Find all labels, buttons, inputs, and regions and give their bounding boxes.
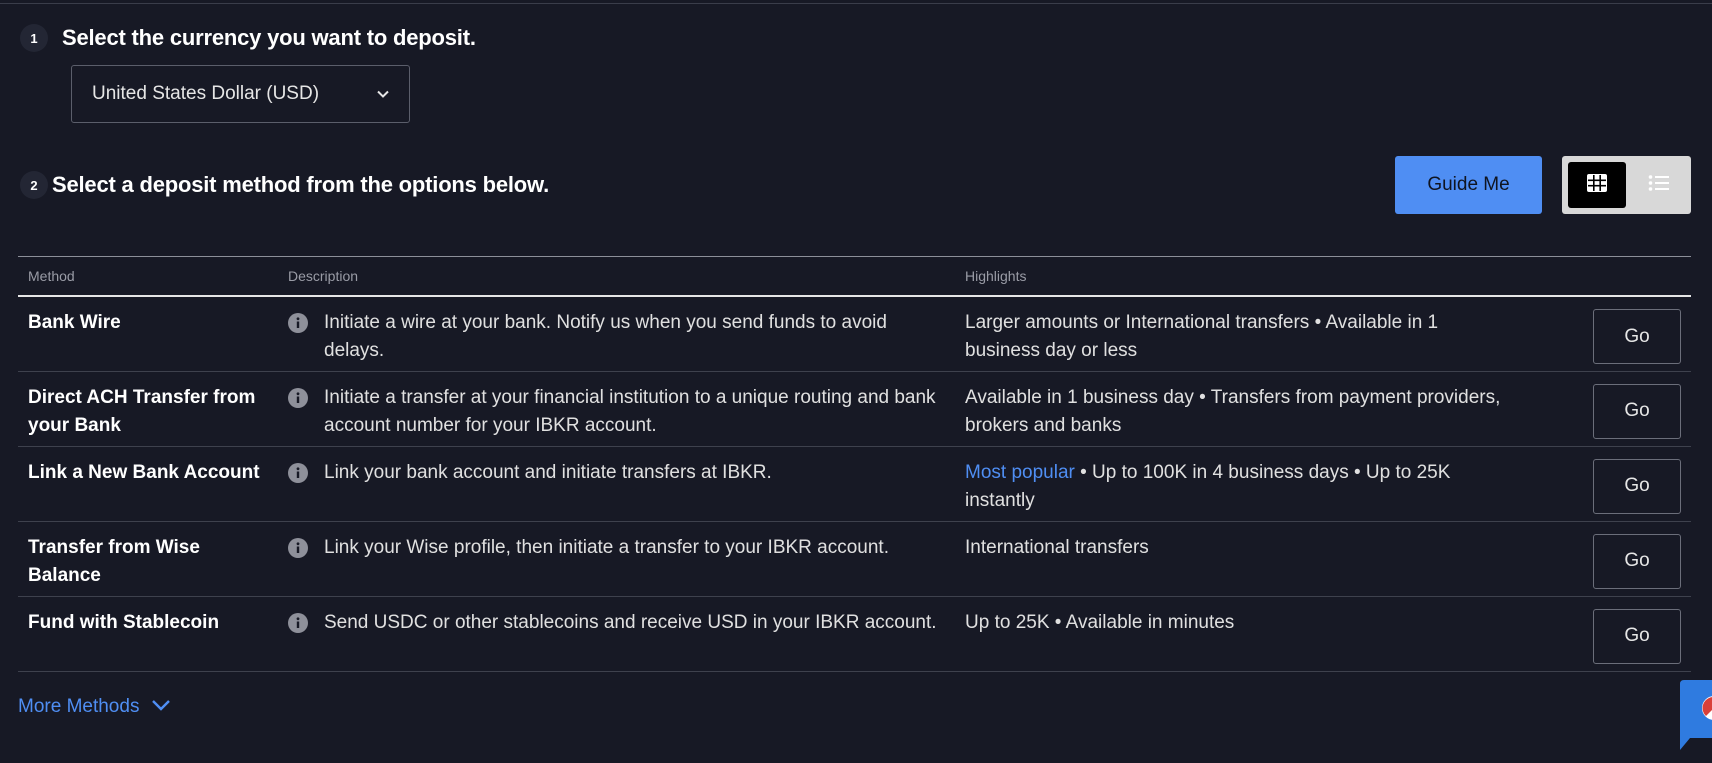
method-description-cell: Link your Wise profile, then initiate a … <box>278 521 955 597</box>
method-highlights: International transfers <box>955 521 1525 597</box>
method-name: Link a New Bank Account <box>18 446 278 522</box>
currency-select[interactable]: United States Dollar (USD) <box>71 65 410 123</box>
method-description: Link your bank account and initiate tran… <box>324 461 772 483</box>
method-highlights: Larger amounts or International transfer… <box>955 296 1525 372</box>
info-icon[interactable] <box>288 612 308 633</box>
action-cell: Go <box>1525 596 1691 672</box>
step-number-badge: 2 <box>20 171 48 199</box>
chevron-down-icon <box>139 696 171 718</box>
column-header-description: Description <box>278 256 955 297</box>
highlight-text: International transfers <box>965 536 1149 558</box>
method-highlights: Available in 1 business day • Transfers … <box>955 371 1525 447</box>
most-popular-label: Most popular <box>965 461 1075 483</box>
go-button[interactable]: Go <box>1593 458 1681 514</box>
method-description-cell: Link your bank account and initiate tran… <box>278 446 955 522</box>
method-name: Fund with Stablecoin <box>18 596 278 672</box>
method-name: Bank Wire <box>18 296 278 372</box>
step-2-header: 2 Select a deposit method from the optio… <box>20 171 549 199</box>
table-row: Direct ACH Transfer from your Bank Initi… <box>18 371 1691 447</box>
more-methods-label: More Methods <box>18 696 140 717</box>
guide-me-button[interactable]: Guide Me <box>1395 156 1542 214</box>
chevron-down-icon <box>375 86 391 108</box>
method-description: Send USDC or other stablecoins and recei… <box>324 611 937 633</box>
table-header-row: Method Description Highlights <box>18 256 1691 297</box>
chat-support-button[interactable] <box>1676 678 1712 758</box>
column-header-action <box>1525 256 1691 297</box>
step-1-title: Select the currency you want to deposit. <box>62 25 476 50</box>
go-button[interactable]: Go <box>1593 309 1681 364</box>
method-description-cell: Initiate a transfer at your financial in… <box>278 371 955 447</box>
method-description-cell: Send USDC or other stablecoins and recei… <box>278 596 955 672</box>
table-row: Fund with Stablecoin Send USDC or other … <box>18 596 1691 672</box>
method-name: Transfer from Wise Balance <box>18 521 278 597</box>
go-button[interactable]: Go <box>1593 608 1681 664</box>
grid-icon <box>1586 173 1608 198</box>
method-description: Link your Wise profile, then initiate a … <box>324 536 889 558</box>
action-cell: Go <box>1525 521 1691 597</box>
action-cell: Go <box>1525 446 1691 522</box>
method-name: Direct ACH Transfer from your Bank <box>18 371 278 447</box>
method-description-cell: Initiate a wire at your bank. Notify us … <box>278 296 955 372</box>
column-header-method: Method <box>18 256 278 297</box>
grid-view-button[interactable] <box>1568 162 1626 208</box>
highlight-text: Up to 25K • Available in minutes <box>965 611 1235 633</box>
table-row: Link a New Bank Account Link your bank a… <box>18 446 1691 522</box>
step-1-header: 1 Select the currency you want to deposi… <box>20 24 476 52</box>
highlight-text: Larger amounts or International transfer… <box>965 312 1439 361</box>
action-cell: Go <box>1525 296 1691 372</box>
action-cell: Go <box>1525 371 1691 447</box>
info-icon[interactable] <box>288 387 308 408</box>
method-highlights: Most popular • Up to 100K in 4 business … <box>955 446 1525 522</box>
currency-select-value: United States Dollar (USD) <box>92 83 320 104</box>
column-header-highlights: Highlights <box>955 256 1525 297</box>
info-icon[interactable] <box>288 537 308 558</box>
highlight-text: Available in 1 business day • Transfers … <box>965 386 1501 436</box>
list-icon <box>1648 174 1670 197</box>
step-2-title: Select a deposit method from the options… <box>52 172 550 197</box>
method-description: Initiate a wire at your bank. Notify us … <box>324 312 887 361</box>
top-divider <box>0 3 1712 4</box>
table-row: Bank Wire Initiate a wire at your bank. … <box>18 296 1691 372</box>
go-button[interactable]: Go <box>1593 533 1681 589</box>
go-button[interactable]: Go <box>1593 383 1681 439</box>
method-highlights: Up to 25K • Available in minutes <box>955 596 1525 672</box>
method-description: Initiate a transfer at your financial in… <box>324 386 936 436</box>
deposit-methods-table: Method Description Highlights Bank Wire … <box>18 256 1691 672</box>
table-row: Transfer from Wise Balance Link your Wis… <box>18 521 1691 597</box>
view-mode-toggle <box>1562 156 1691 214</box>
step-number-badge: 1 <box>20 24 48 52</box>
list-view-button[interactable] <box>1632 162 1686 208</box>
info-icon[interactable] <box>288 313 308 333</box>
chat-bubble-icon <box>1676 680 1712 762</box>
info-icon[interactable] <box>288 462 308 483</box>
more-methods-link[interactable]: More Methods <box>18 696 171 718</box>
